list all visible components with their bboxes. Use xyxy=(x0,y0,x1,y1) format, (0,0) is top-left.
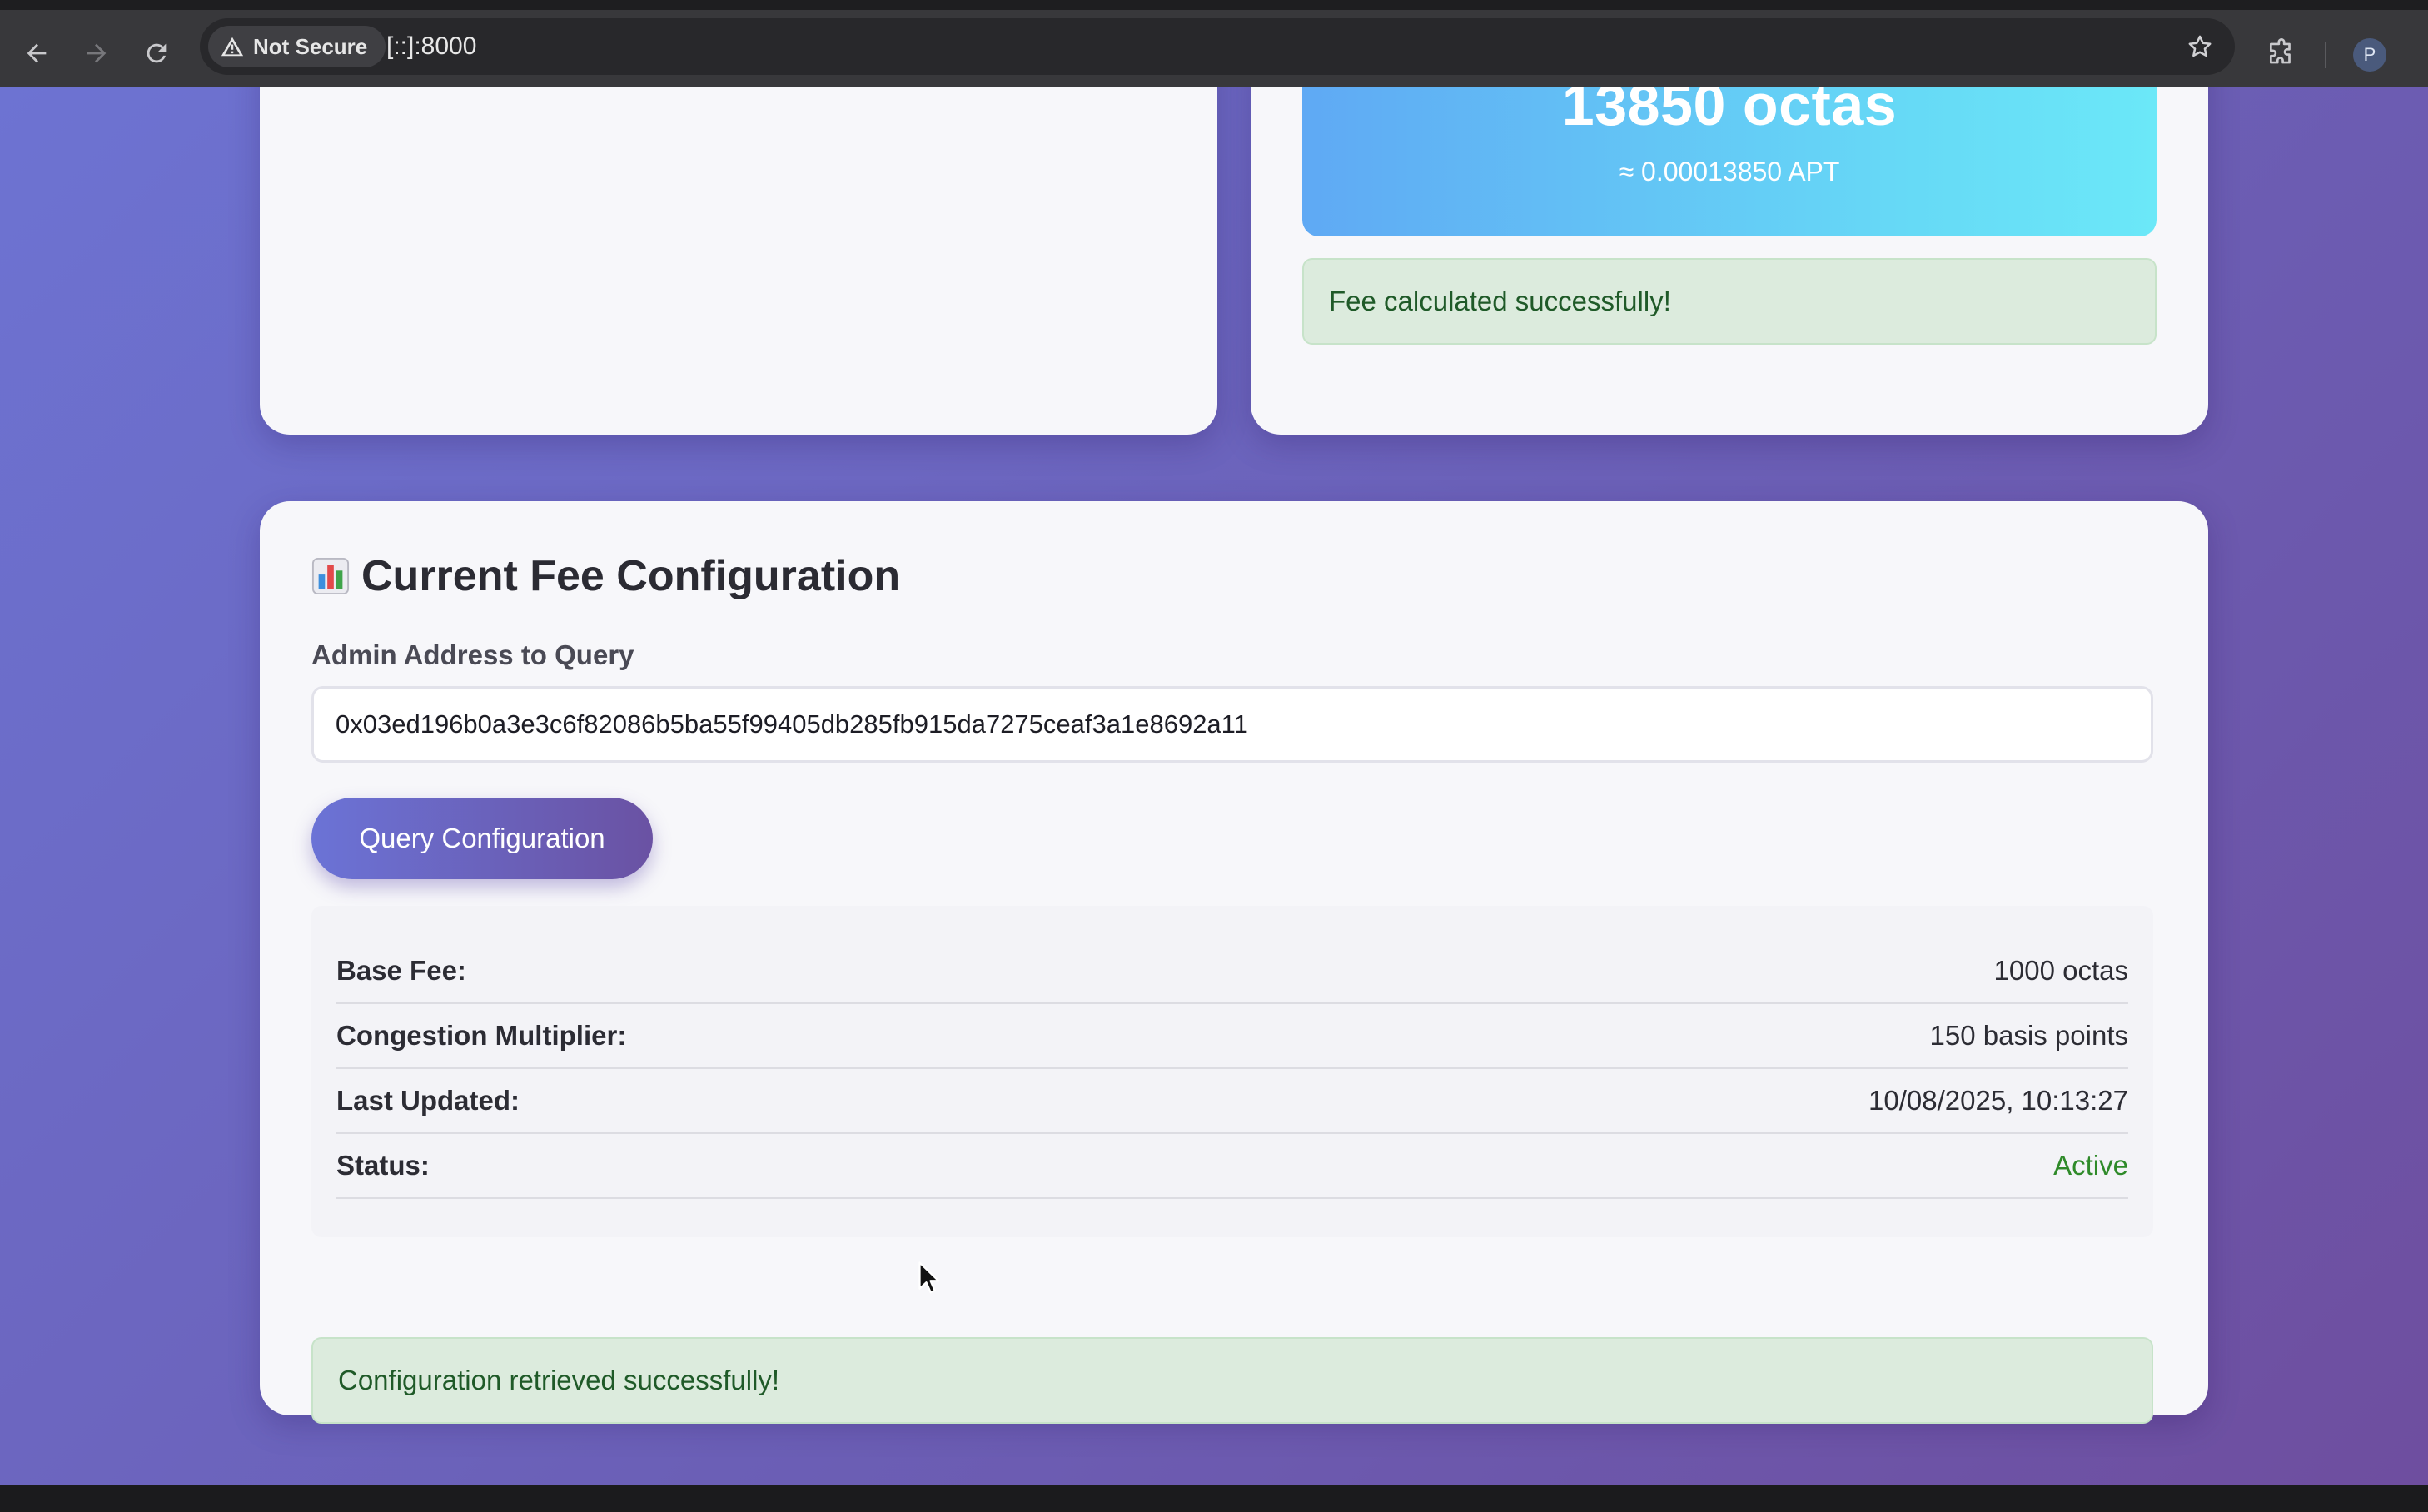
row-label: Congestion Multiplier: xyxy=(336,1020,627,1051)
fee-octas-value: 13850 octas xyxy=(1561,87,1898,137)
reload-button[interactable] xyxy=(138,35,175,72)
section-title: Current Fee Configuration xyxy=(311,551,900,601)
warning-triangle-icon xyxy=(221,37,244,57)
admin-address-input[interactable] xyxy=(311,686,2153,763)
arrow-right-icon xyxy=(87,43,107,63)
config-row-status: Status: Active xyxy=(336,1134,2128,1199)
status-badge: Active xyxy=(2053,1150,2128,1181)
url-text[interactable]: [::]:8000 xyxy=(386,18,476,75)
forward-button[interactable] xyxy=(78,35,115,72)
row-label: Status: xyxy=(336,1150,430,1181)
arrow-left-icon xyxy=(27,43,47,63)
config-success-message: Configuration retrieved successfully! xyxy=(338,1365,780,1395)
reload-icon xyxy=(147,43,167,63)
profile-avatar[interactable]: P xyxy=(2353,38,2386,72)
extensions-button[interactable] xyxy=(2261,33,2301,73)
left-card xyxy=(260,87,1217,435)
section-title-text: Current Fee Configuration xyxy=(361,552,901,600)
row-label: Last Updated: xyxy=(336,1085,520,1116)
back-button[interactable] xyxy=(18,35,55,72)
config-row-congestion-multiplier: Congestion Multiplier: 150 basis points xyxy=(336,1004,2128,1069)
fee-calculator-card: 13850 octas ≈ 0.00013850 APT Fee calcula… xyxy=(1251,87,2208,435)
config-row-last-updated: Last Updated: 10/08/2025, 10:13:27 xyxy=(336,1069,2128,1134)
fee-configuration-card: Current Fee Configuration Admin Address … xyxy=(260,501,2208,1424)
row-value: 1000 octas xyxy=(1993,955,2128,986)
fee-success-alert: Fee calculated successfully! xyxy=(1302,258,2157,345)
config-success-alert: Configuration retrieved successfully! xyxy=(311,1337,2153,1424)
row-value: 150 basis points xyxy=(1929,1020,2129,1051)
fee-apt-value: ≈ 0.00013850 APT xyxy=(1619,157,1840,187)
fee-result-box: 13850 octas ≈ 0.00013850 APT xyxy=(1302,87,2157,236)
toolbar-divider xyxy=(2325,42,2326,68)
config-row-base-fee: Base Fee: 1000 octas xyxy=(336,939,2128,1004)
security-indicator[interactable]: Not Secure xyxy=(208,26,386,67)
mouse-cursor-icon xyxy=(918,1261,940,1294)
bar-chart-icon xyxy=(311,557,350,595)
bookmark-button[interactable] xyxy=(2183,30,2217,63)
row-label: Base Fee: xyxy=(336,955,466,986)
admin-address-label: Admin Address to Query xyxy=(311,639,634,670)
address-bar[interactable]: Not Secure [::]:8000 xyxy=(200,18,2235,75)
puzzle-icon xyxy=(2269,38,2291,64)
configuration-details: Base Fee: 1000 octas Congestion Multipli… xyxy=(311,906,2153,1237)
page-viewport: 13850 octas ≈ 0.00013850 APT Fee calcula… xyxy=(0,87,2428,1485)
query-configuration-button[interactable]: Query Configuration xyxy=(311,798,653,879)
browser-toolbar: Not Secure [::]:8000 P xyxy=(0,0,2428,87)
security-label: Not Secure xyxy=(253,33,368,59)
star-icon xyxy=(2188,35,2212,57)
window-bottom-edge xyxy=(0,1485,2428,1512)
row-value: 10/08/2025, 10:13:27 xyxy=(1868,1085,2128,1116)
fee-success-message: Fee calculated successfully! xyxy=(1329,286,1671,316)
